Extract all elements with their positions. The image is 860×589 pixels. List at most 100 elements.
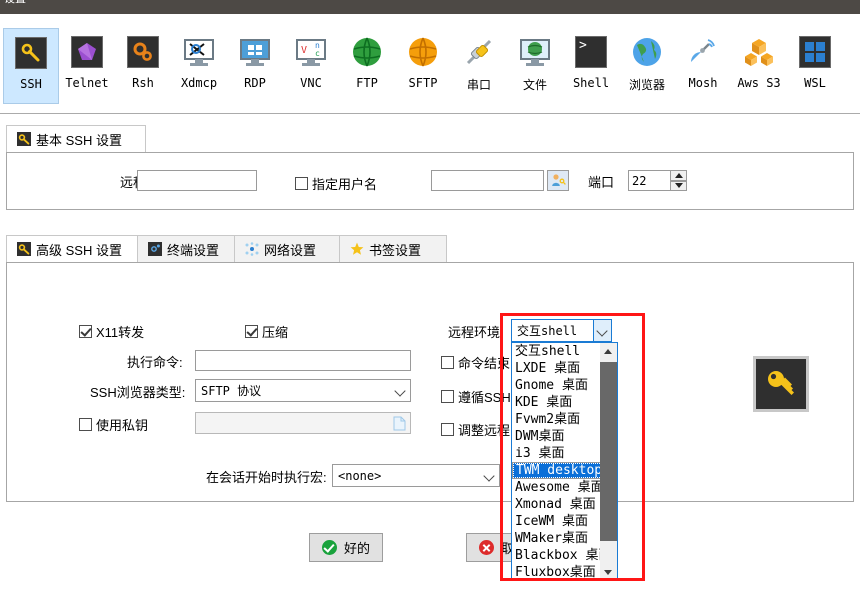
port-stepper[interactable] — [628, 170, 687, 191]
use-private-key-label: 使用私钥 — [96, 418, 149, 433]
browser-globe-icon — [631, 36, 663, 68]
vnc-monitor-icon: Vnc — [295, 36, 327, 68]
dropdown-option[interactable]: WMaker桌面 — [512, 530, 611, 547]
toolbar-item-Shell[interactable]: > Shell — [563, 28, 619, 104]
dropdown-options[interactable]: 交互shell LXDE 桌面 Gnome 桌面 KDE 桌面 Fvwm2桌面 DWM桌面… — [512, 343, 612, 579]
adjust-remote-row[interactable]: 调整远程 — [441, 420, 510, 439]
toolbar-item-VNC[interactable]: Vn c VNC — [283, 28, 339, 104]
xdmcp-monitor-icon — [183, 36, 215, 68]
private-key-path-input[interactable] — [195, 412, 411, 434]
dropdown-option[interactable]: Fvwm2桌面 — [512, 411, 611, 428]
tab-basic-ssh-label: 基本 SSH 设置 — [36, 132, 122, 148]
dropdown-scrollbar[interactable] — [600, 343, 617, 579]
tab-terminal-label: 终端设置 — [167, 242, 220, 258]
scroll-down-button[interactable] — [600, 564, 617, 579]
toolbar-item-label: Telnet — [65, 76, 109, 90]
dropdown-option[interactable]: IceWM 桌面 — [512, 513, 611, 530]
tab-network-settings[interactable]: 网络设置 — [234, 235, 340, 263]
dropdown-option[interactable]: Blackbox 桌面 — [512, 547, 611, 564]
toolbar-item-Aws S3[interactable]: Aws S3 — [731, 28, 787, 104]
port-spinner-up[interactable] — [670, 170, 687, 181]
toolbar-item-SFTP[interactable]: SFTP — [395, 28, 451, 104]
dropdown-option[interactable]: LXDE 桌面 — [512, 360, 611, 377]
toolbar-item-RDP[interactable]: RDP — [227, 28, 283, 104]
username-input[interactable] — [431, 170, 544, 191]
adjust-remote-label: 调整远程 — [458, 423, 511, 438]
port-input[interactable] — [628, 170, 670, 191]
port-spinner-down[interactable] — [670, 180, 687, 191]
use-private-key-checkbox[interactable] — [79, 418, 92, 431]
x11-forwarding-checkbox[interactable] — [79, 325, 92, 338]
toolbar-item-SSH[interactable]: SSH — [3, 28, 59, 104]
tab-advanced-ssh-settings[interactable]: 高级 SSH 设置 — [6, 235, 150, 263]
key-icon — [17, 132, 31, 146]
scrollbar-thumb[interactable] — [600, 362, 617, 541]
window-titlebar: 设置 — [0, 0, 860, 14]
select-user-icon[interactable] — [547, 170, 569, 191]
toolbar-item-label: Xdmcp — [180, 76, 218, 90]
remote-environment-select[interactable]: 交互shell — [511, 319, 612, 342]
command-end-checkbox[interactable] — [441, 356, 454, 369]
compression-checkbox[interactable] — [245, 325, 258, 338]
tab-bookmark-settings[interactable]: 书签设置 — [339, 235, 447, 263]
dropdown-option[interactable]: Xmonad 桌面 — [512, 496, 611, 513]
toolbar-item-label: Mosh — [688, 76, 718, 90]
ok-button[interactable]: 好的 — [309, 533, 383, 562]
toolbar-item-Telnet[interactable]: Telnet — [59, 28, 115, 104]
dropdown-option[interactable]: Fluxbox桌面 — [512, 564, 611, 579]
chevron-down-icon — [597, 327, 608, 334]
toolbar-item-label: SSH — [20, 77, 42, 91]
session-type-toolbar: SSH Telnet Rsh Xdmcp RDP Vn c VNC FTP SFTP 串口 文件 > Sh… — [0, 14, 860, 114]
toolbar-item-label: Shell — [572, 76, 610, 90]
follow-ssh-row[interactable]: 遵循SSH — [441, 387, 511, 406]
window-title: 设置 — [4, 0, 26, 5]
command-end-row[interactable]: 命令结束 — [441, 353, 510, 372]
macro-value: <none> — [338, 468, 382, 483]
ok-button-label: 好的 — [343, 541, 370, 556]
exec-command-input[interactable] — [195, 350, 411, 371]
dropdown-option[interactable]: 交互shell — [512, 343, 611, 360]
remote-host-input[interactable] — [137, 170, 257, 191]
specify-username-checkbox[interactable] — [295, 177, 308, 190]
toolbar-item-WSL[interactable]: WSL — [787, 28, 843, 104]
toolbar-item-文件[interactable]: 文件 — [507, 28, 563, 104]
specify-username-checkbox-row[interactable]: 指定用户名 — [295, 174, 377, 193]
toolbar-item-Xdmcp[interactable]: Xdmcp — [171, 28, 227, 104]
toolbar-item-label: 文件 — [522, 78, 547, 92]
dropdown-option[interactable]: DWM桌面 — [512, 428, 611, 445]
dropdown-option[interactable]: Awesome 桌面 — [512, 479, 611, 496]
toolbar-item-浏览器[interactable]: 浏览器 — [619, 28, 675, 104]
ssh-key-preview — [753, 356, 809, 412]
ssh-browser-type-select[interactable]: SFTP 协议 — [195, 379, 411, 402]
scroll-up-button[interactable] — [600, 343, 617, 360]
use-private-key-row[interactable]: 使用私钥 — [79, 415, 148, 434]
star-icon — [350, 242, 364, 256]
remote-environment-value: 交互shell — [517, 324, 578, 338]
toolbar-item-FTP[interactable]: FTP — [339, 28, 395, 104]
port-label: 端口 — [588, 174, 615, 190]
macro-select[interactable]: <none> — [332, 464, 500, 487]
toolbar-item-串口[interactable]: 串口 — [451, 28, 507, 104]
adjust-remote-checkbox[interactable] — [441, 423, 454, 436]
follow-ssh-label: 遵循SSH — [458, 390, 511, 405]
toolbar-item-label: FTP — [356, 76, 378, 90]
tab-bookmark-label: 书签设置 — [369, 242, 422, 258]
port-spinner[interactable] — [670, 170, 687, 191]
remote-environment-dropdown-list[interactable]: 交互shell LXDE 桌面 Gnome 桌面 KDE 桌面 Fvwm2桌面 DWM桌面… — [511, 342, 618, 580]
remote-environment-dropdown-button[interactable] — [593, 320, 611, 341]
tab-terminal-settings[interactable]: 终端设置 — [137, 235, 235, 263]
ssh-key-icon — [15, 37, 47, 69]
follow-ssh-checkbox[interactable] — [441, 390, 454, 403]
rdp-windows-icon — [239, 36, 271, 68]
toolbar-item-Mosh[interactable]: Mosh — [675, 28, 731, 104]
dropdown-option[interactable]: i3 桌面 — [512, 445, 611, 462]
compression-row[interactable]: 压缩 — [245, 322, 288, 341]
tab-basic-ssh-settings[interactable]: 基本 SSH 设置 — [6, 125, 146, 153]
remote-environment-label: 远程环境 — [448, 325, 501, 340]
file-icon — [393, 416, 406, 431]
dropdown-option[interactable]: KDE 桌面 — [512, 394, 611, 411]
x11-forwarding-row[interactable]: X11转发 — [79, 322, 144, 341]
dropdown-option[interactable]: Gnome 桌面 — [512, 377, 611, 394]
toolbar-item-Rsh[interactable]: Rsh — [115, 28, 171, 104]
dropdown-option[interactable]: TWM desktop — [512, 462, 612, 479]
